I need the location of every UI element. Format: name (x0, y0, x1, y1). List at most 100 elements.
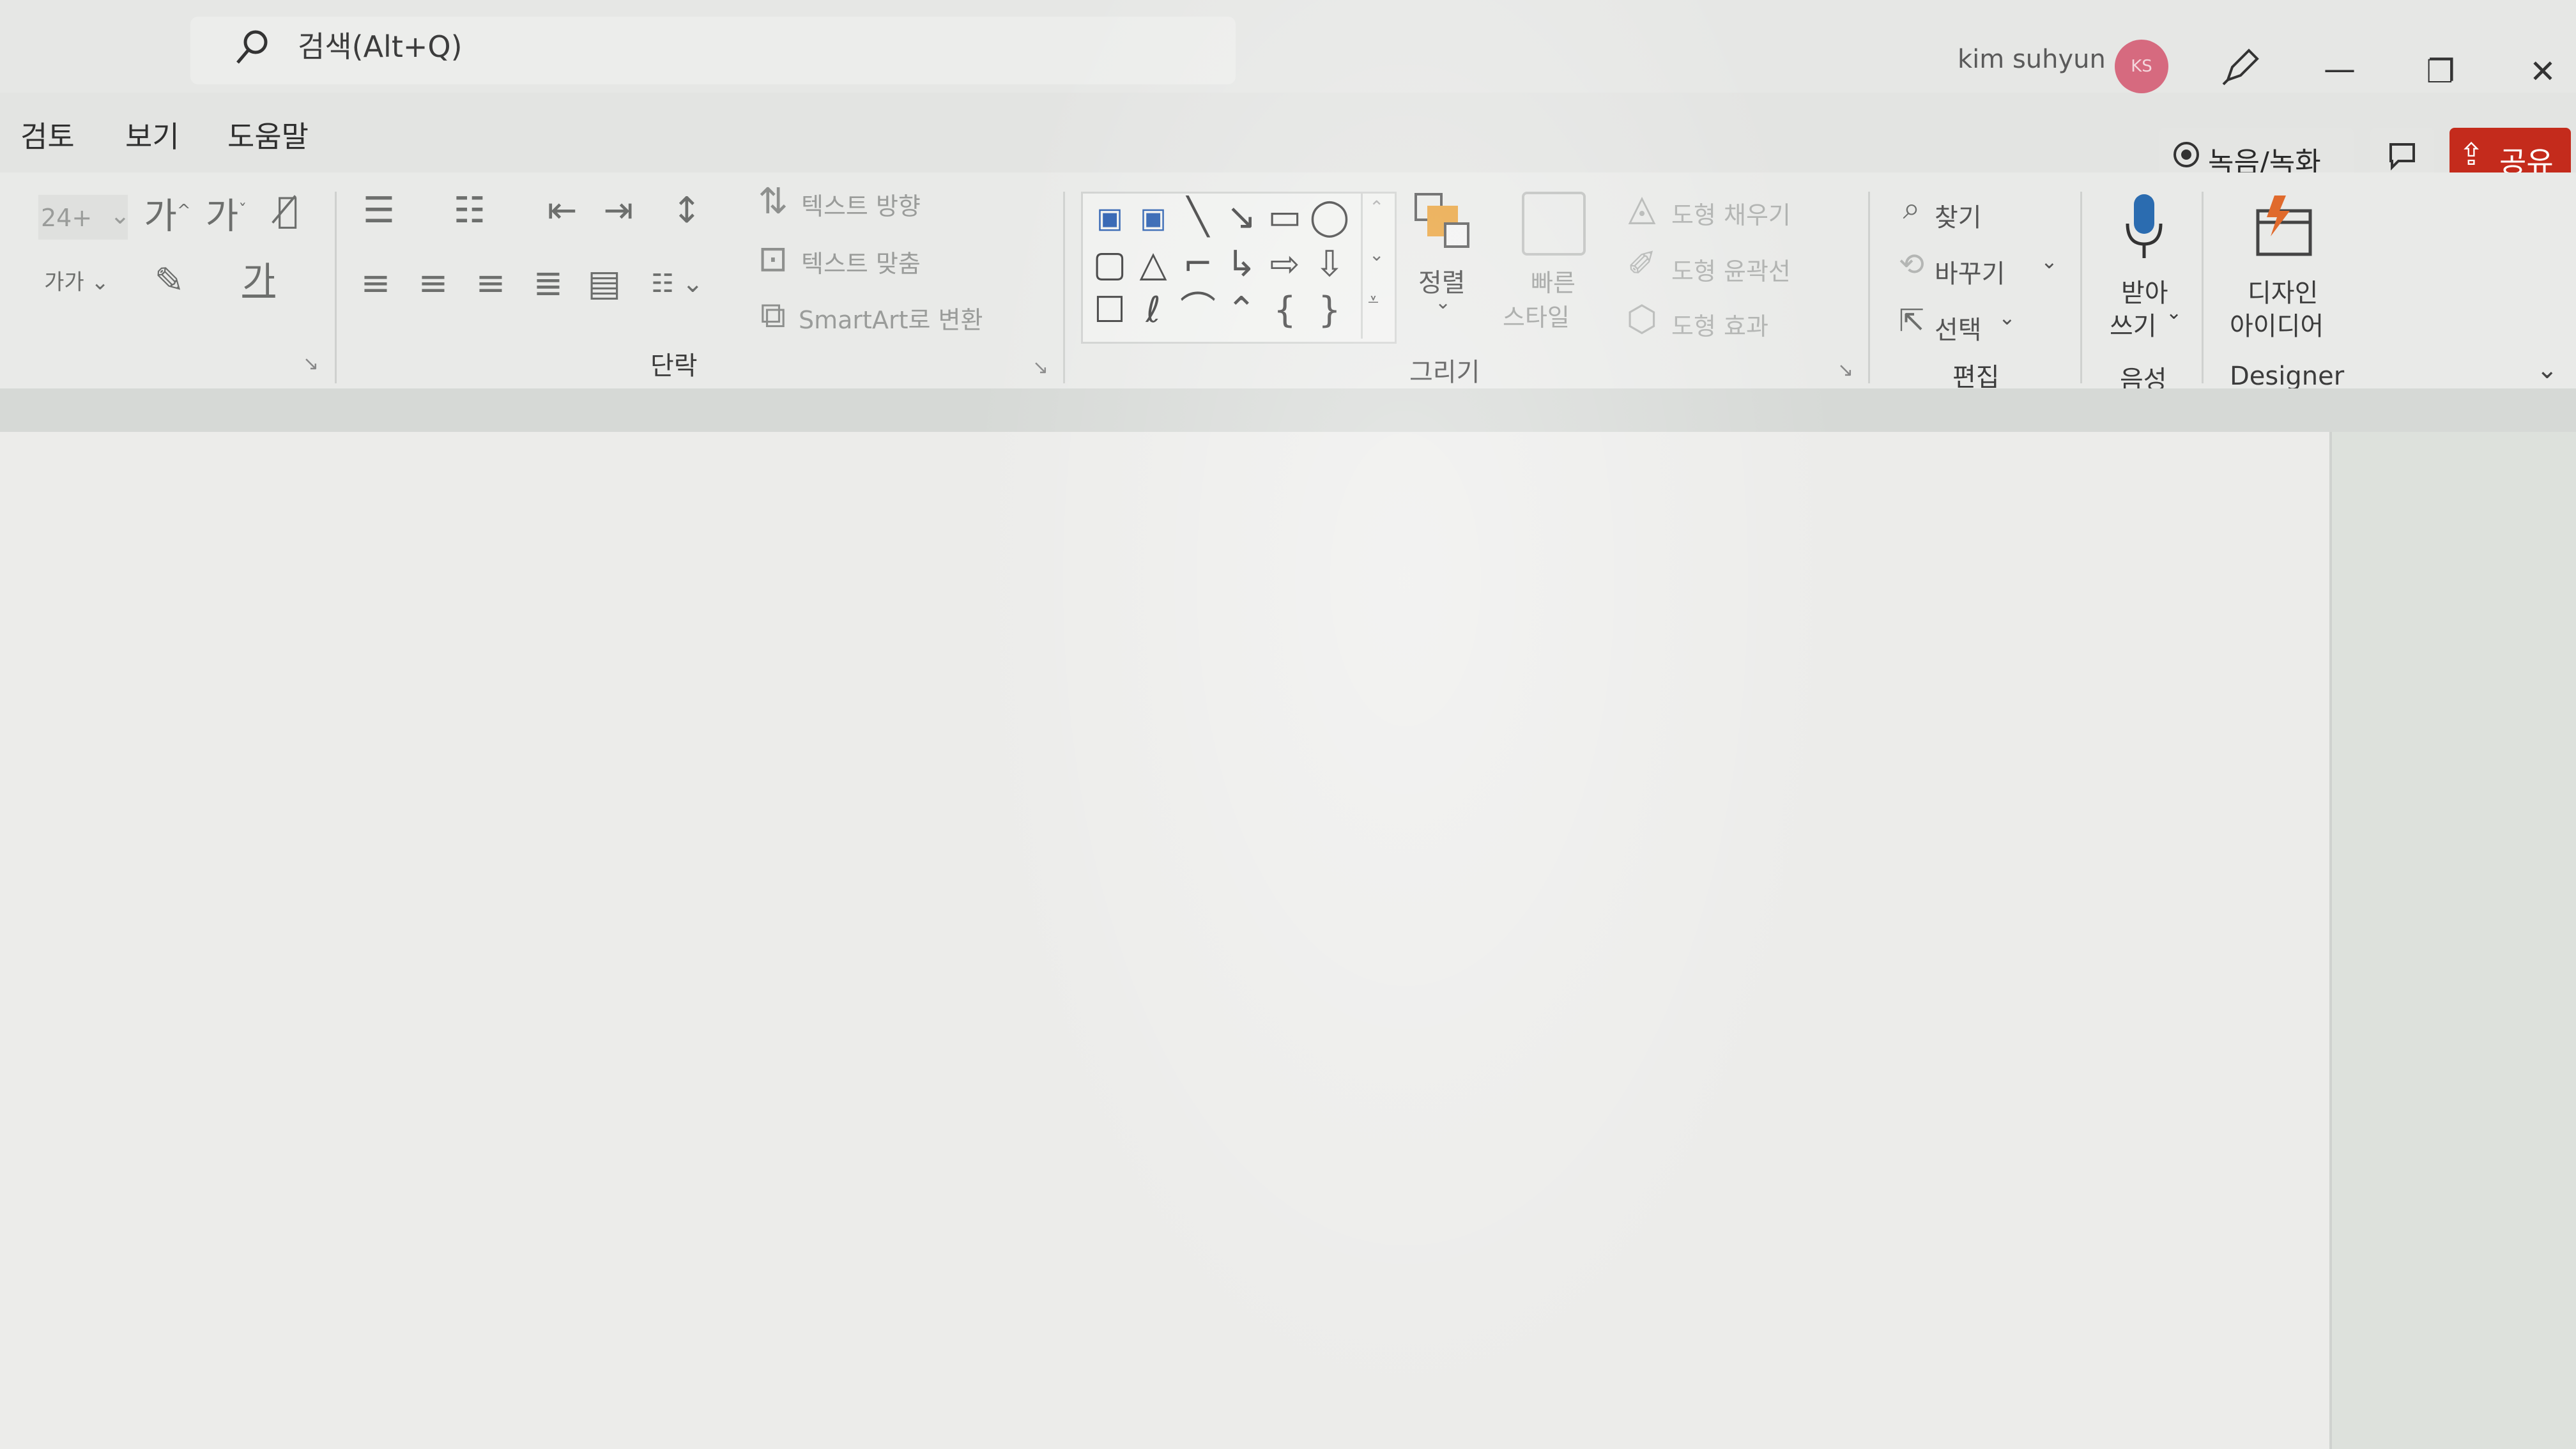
find-icon: ⌕ (1903, 190, 1920, 226)
triangle-shape-icon[interactable]: △ (1131, 245, 1176, 284)
text-direction-icon: ⇅ (758, 181, 788, 222)
font-dialog-launcher-icon[interactable]: ↘ (303, 353, 319, 375)
distribute-icon[interactable]: ▤ (579, 264, 630, 303)
user-name: kim suhyun (1958, 45, 2106, 74)
columns-icon[interactable]: ☷ ⌄ (645, 264, 709, 303)
microphone-icon (2126, 194, 2163, 258)
chevron-down-icon: ⌄ (1435, 291, 1452, 314)
arrow-line-shape-icon[interactable]: ↘ (1219, 198, 1264, 236)
oval-shape-icon[interactable]: ◯ (1307, 198, 1352, 236)
scribble-shape-icon[interactable]: ℓ (1131, 291, 1176, 330)
vertical-text-box-icon[interactable]: ▣ (1131, 199, 1176, 238)
left-brace-shape-icon[interactable]: { (1262, 291, 1307, 330)
replace-label: 바꾸기 (1935, 259, 2005, 289)
pen-icon[interactable] (2218, 45, 2263, 89)
replace-icon: ⟲ (1898, 247, 1925, 282)
paragraph-group-label: 단락 (650, 351, 698, 381)
restore-button[interactable]: ❐ (2415, 52, 2466, 91)
rounded-rect-shape-icon[interactable]: ▢ (1087, 245, 1132, 284)
quick-styles-icon (1522, 192, 1586, 256)
drawing-dialog-launcher-icon[interactable]: ↘ (1837, 359, 1853, 381)
avatar-initials: KS (2131, 57, 2152, 76)
decrease-indent-icon[interactable]: ⇤ (537, 192, 588, 230)
elbow-arrow-connector-icon[interactable]: ↳ (1219, 245, 1264, 284)
align-text-icon: ⊡ (758, 238, 788, 280)
slide-canvas[interactable] (0, 432, 2332, 1449)
down-arrow-shape-icon[interactable]: ⇩ (1307, 245, 1352, 284)
shape-outline-label: 도형 윤곽선 (1671, 257, 1791, 286)
increase-indent-icon[interactable]: ⇥ (593, 192, 644, 230)
canvas-edge (2329, 432, 2332, 1449)
elbow-connector-icon[interactable]: ⌐ (1176, 245, 1220, 284)
separator (1063, 192, 1065, 383)
align-left-icon[interactable]: ≡ (350, 264, 401, 303)
smartart-label: SmartArt로 변환 (799, 306, 983, 334)
justify-icon[interactable]: ≣ (523, 264, 574, 303)
record-dot (2181, 150, 2191, 160)
line-spacing-icon[interactable]: ↕ (658, 192, 716, 230)
rectangle-shape-icon[interactable]: ▭ (1262, 198, 1307, 236)
chevron-down-icon: ⌄ (2166, 302, 2182, 324)
drawing-group-label: 그리기 (1409, 358, 1480, 387)
search-input[interactable]: 검색(Alt+Q) (298, 24, 463, 69)
align-center-icon[interactable]: ≡ (408, 264, 459, 303)
numbering-icon[interactable]: ☷ (441, 192, 498, 230)
line-shape-icon[interactable]: ╲ (1176, 198, 1220, 236)
paint-bucket-icon: ◬ (1628, 187, 1656, 229)
designer-group-label: Designer (2230, 362, 2345, 391)
right-pane (2332, 432, 2576, 1449)
dictate-label-2: 쓰기 (2110, 312, 2157, 341)
shape-effects-icon: ⬡ (1626, 298, 1658, 340)
dictate-label-1: 받아 (2121, 279, 2168, 308)
align-right-icon[interactable]: ≡ (465, 264, 516, 303)
grow-font-icon[interactable]: 가^ (142, 192, 193, 236)
shape-effects-label: 도형 효과 (1671, 312, 1768, 341)
curve-shape-icon[interactable]: ⌃ (1219, 291, 1264, 330)
menu-view[interactable]: 보기 (125, 114, 180, 156)
freeform-shape-icon[interactable]: ☐ (1087, 291, 1132, 330)
paragraph-dialog-launcher-icon[interactable]: ↘ (1032, 356, 1048, 379)
quick-styles-label-1: 빠른 (1531, 269, 1575, 297)
font-color-icon[interactable]: 가 (230, 262, 288, 300)
share-icon: ⇪ (2458, 137, 2485, 172)
design-ideas-button[interactable]: 디자인 아이디어 (2223, 189, 2345, 342)
text-box-icon[interactable]: ▣ (1087, 199, 1132, 238)
menu-review[interactable]: 검토 (20, 114, 75, 156)
separator (1868, 192, 1870, 383)
designer-icon (2256, 195, 2312, 256)
collapse-ribbon-icon[interactable]: ⌄ (2536, 355, 2558, 385)
dictate-button[interactable]: 받아 쓰기 ⌄ (2102, 189, 2185, 342)
close-button[interactable]: ✕ (2517, 52, 2568, 91)
minimize-button[interactable]: — (2314, 50, 2365, 88)
chevron-down-icon: ⌄ (1998, 305, 2016, 330)
cursor-icon: ⇱ (1898, 303, 1925, 339)
shrink-font-icon[interactable]: 가ˇ (201, 192, 252, 236)
arrange-icon-front (1444, 222, 1469, 248)
comment-icon (2389, 143, 2415, 171)
change-case-icon[interactable]: 가가 ⌄ (38, 263, 115, 302)
gallery-scroll[interactable]: ⌃ ⌄ ⩡ (1361, 193, 1392, 339)
scroll-down-icon[interactable]: ⌄ (1369, 244, 1384, 265)
right-brace-shape-icon[interactable]: } (1307, 291, 1352, 330)
ribbon-divider (0, 388, 2576, 432)
select-label: 선택 (1935, 316, 1982, 345)
right-arrow-shape-icon[interactable]: ⇨ (1262, 245, 1307, 284)
arrange-button[interactable]: 정렬 ⌄ (1409, 189, 1480, 342)
scroll-up-icon[interactable]: ⌃ (1369, 197, 1384, 218)
highlight-icon[interactable]: ✎ (141, 262, 198, 300)
separator (335, 192, 337, 383)
bullets-icon[interactable]: ☰ (350, 192, 408, 230)
font-size-box[interactable]: 24+ ⌄ (38, 195, 130, 240)
clear-format-icon[interactable]: 가̸ (262, 192, 313, 230)
arc-shape-icon[interactable]: ⌒ (1176, 291, 1220, 330)
shape-fill-label: 도형 채우기 (1671, 201, 1791, 229)
menu-help[interactable]: 도움말 (227, 114, 309, 156)
avatar[interactable]: KS (2115, 40, 2168, 93)
separator (2080, 192, 2082, 383)
gallery-more-icon[interactable]: ⩡ (1368, 289, 1379, 311)
quick-styles-button[interactable]: 빠른 스타일 (1503, 189, 1598, 342)
text-direction-label: 텍스트 방향 (801, 192, 921, 220)
quick-styles-label-2: 스타일 (1503, 303, 1570, 332)
chevron-down-icon: ⌄ (2041, 249, 2058, 273)
search-icon (236, 30, 268, 64)
